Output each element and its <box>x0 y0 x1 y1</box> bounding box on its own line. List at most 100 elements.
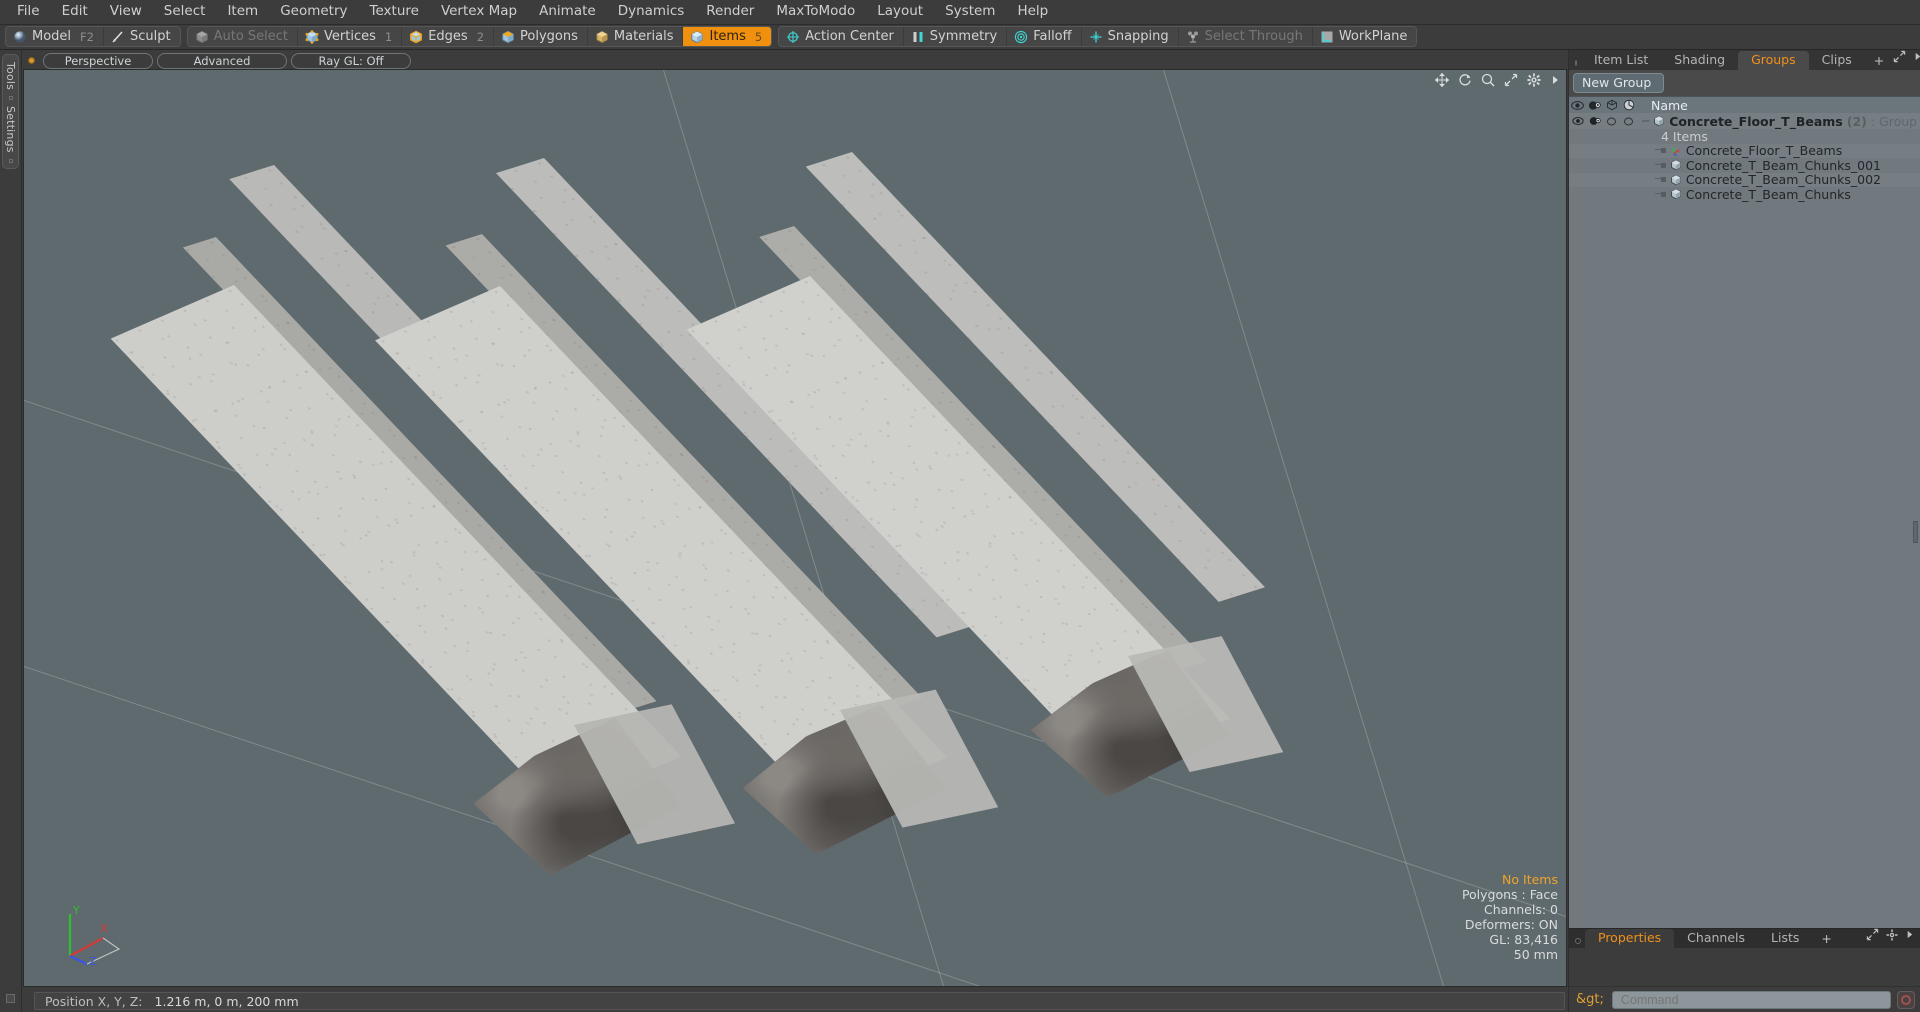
menu-item-help[interactable]: Help <box>1006 2 1059 22</box>
row-spacer-3 <box>1603 187 1620 202</box>
menu-item-geometry[interactable]: Geometry <box>269 2 358 22</box>
chevron-right-icon[interactable] <box>1550 73 1560 87</box>
tree-expand-toggle[interactable]: ─ <box>1642 114 1649 128</box>
selection-auto-select-label: Auto Select <box>213 29 289 44</box>
row-lock-toggle[interactable] <box>1620 113 1637 129</box>
bottom-panel-menu-dot[interactable] <box>1575 938 1581 944</box>
selection-auto-select-button[interactable]: Auto Select <box>188 27 299 46</box>
pan-icon[interactable] <box>1435 73 1449 87</box>
left-tab-settings[interactable]: Settings <box>3 102 18 157</box>
maximize-icon[interactable] <box>1893 50 1906 67</box>
lock-icon[interactable] <box>1620 99 1637 111</box>
selection-materials-button[interactable]: Materials <box>588 27 684 46</box>
tree-branch-line: ─▪ <box>1655 159 1667 171</box>
falloff-button[interactable]: Falloff <box>1007 27 1082 46</box>
left-rail-resize-handle[interactable] <box>6 993 15 1003</box>
menu-item-edit[interactable]: Edit <box>51 2 99 22</box>
gear-icon[interactable] <box>1886 929 1898 945</box>
viewport-menu-dot[interactable] <box>28 57 35 64</box>
tab-add-bottom[interactable]: + <box>1812 930 1840 948</box>
selection-vertices-button[interactable]: Vertices 1 <box>298 27 403 46</box>
chevron-right-icon[interactable] <box>1913 50 1920 67</box>
visibility-eye-icon[interactable] <box>1569 100 1586 111</box>
tab-shading[interactable]: Shading <box>1661 51 1738 70</box>
tab-properties[interactable]: Properties <box>1585 929 1675 948</box>
zoom-icon[interactable] <box>1481 73 1495 87</box>
chevron-right-icon[interactable] <box>1905 928 1914 945</box>
menu-item-file[interactable]: File <box>6 2 51 22</box>
status-bar-handle[interactable] <box>22 990 34 1012</box>
workplane-button[interactable]: WorkPlane <box>1313 27 1417 46</box>
tree-row-child[interactable]: ─▪ Concrete_Floor_T_Beams <box>1569 143 1920 159</box>
selection-items-button[interactable]: Items 5 <box>683 27 772 46</box>
tree-row-child[interactable]: ─▪ Concrete_T_Beam_Chunks_001 <box>1569 158 1920 173</box>
select-through-icon <box>1186 30 1200 44</box>
tree-branch-line: ─▪ <box>1655 145 1667 157</box>
new-group-button[interactable]: New Group <box>1573 73 1665 93</box>
record-icon[interactable] <box>1897 990 1915 1009</box>
projection-selector[interactable]: Perspective <box>43 52 153 69</box>
row-visibility-eye-icon[interactable] <box>1569 113 1586 129</box>
menu-item-vertex-map[interactable]: Vertex Map <box>430 2 528 22</box>
rotate-icon[interactable] <box>1458 73 1472 87</box>
snapping-label: Snapping <box>1107 29 1169 44</box>
command-input[interactable] <box>1611 990 1891 1009</box>
tree-branch-line: ─▪ <box>1655 188 1667 200</box>
row-spacer-2 <box>1586 187 1603 202</box>
right-panel-tab-controls <box>1893 50 1920 70</box>
left-tab-tools[interactable]: Tools <box>3 58 18 94</box>
tab-clips[interactable]: Clips <box>1809 51 1865 70</box>
mode-button-sculpt[interactable]: Sculpt <box>104 27 180 46</box>
viewport-nav-icons <box>1435 73 1560 87</box>
mode-button-model[interactable]: Model F2 <box>6 27 104 46</box>
tree-row-child[interactable]: ─▪ Concrete_T_Beam_Chunks_002 <box>1569 172 1920 187</box>
tree-child-label: Concrete_Floor_T_Beams <box>1685 143 1843 159</box>
3d-viewport[interactable]: Y X Z No Items Polygons : Face Channels:… <box>23 69 1567 987</box>
selection-polygons-button[interactable]: Polygons <box>494 27 588 46</box>
tab-item-list[interactable]: Item List <box>1581 51 1661 70</box>
action-center-button[interactable]: Action Center <box>779 27 904 46</box>
row-render-toggle[interactable] <box>1603 113 1620 129</box>
tab-lists[interactable]: Lists <box>1758 929 1812 948</box>
shading-icon[interactable] <box>1586 100 1603 111</box>
cube-items-icon <box>690 30 704 44</box>
snapping-button[interactable]: Snapping <box>1082 27 1179 46</box>
shading-style-selector[interactable]: Advanced <box>157 52 287 69</box>
tree-row-child[interactable]: ─▪ Concrete_T_Beam_Chunks <box>1569 187 1920 202</box>
selection-edges-button[interactable]: Edges 2 <box>402 27 495 46</box>
tree-group-type: : Group <box>1870 113 1918 129</box>
selection-vertices-label: Vertices <box>324 29 376 44</box>
tree-row-group[interactable]: ─ Concrete_Floor_T_Beams (2) : Group <box>1569 113 1920 129</box>
menu-item-texture[interactable]: Texture <box>359 2 430 22</box>
right-panel-menu-dot[interactable] <box>1575 60 1577 66</box>
menu-item-view[interactable]: View <box>99 2 153 22</box>
falloff-label: Falloff <box>1033 29 1072 44</box>
tree-group-count: (2) <box>1846 113 1867 129</box>
menu-item-item[interactable]: Item <box>216 2 269 22</box>
tree-item-count-cell: 4 Items <box>1637 129 1708 144</box>
gear-icon[interactable] <box>1527 73 1541 87</box>
tab-channels[interactable]: Channels <box>1674 929 1758 948</box>
group-tree-body[interactable]: ─ Concrete_Floor_T_Beams (2) : Group 4 I… <box>1569 113 1920 928</box>
tab-add[interactable]: + <box>1865 52 1893 70</box>
fit-icon[interactable] <box>1504 73 1518 87</box>
menu-item-render[interactable]: Render <box>695 2 765 22</box>
row-shading-icon[interactable] <box>1586 113 1603 129</box>
maximize-icon[interactable] <box>1866 928 1879 945</box>
menu-item-maxtomodo[interactable]: MaxToModo <box>765 2 866 22</box>
stat-channels: Channels: 0 <box>1484 902 1558 917</box>
raygl-toggle[interactable]: Ray GL: Off <box>291 52 411 69</box>
tab-groups[interactable]: Groups <box>1738 51 1809 70</box>
menu-item-select[interactable]: Select <box>153 2 217 22</box>
tree-row-item-count: 4 Items <box>1569 129 1920 144</box>
left-tab-divider-dot-2 <box>8 158 13 163</box>
select-through-button[interactable]: Select Through <box>1179 27 1313 46</box>
menu-item-layout[interactable]: Layout <box>866 2 934 22</box>
menu-item-system[interactable]: System <box>934 2 1006 22</box>
panel-resize-handle[interactable] <box>1913 520 1918 543</box>
menu-item-animate[interactable]: Animate <box>528 2 607 22</box>
symmetry-button[interactable]: Symmetry <box>904 27 1008 46</box>
render-icon[interactable] <box>1603 99 1620 111</box>
row-spacer-4 <box>1620 187 1637 202</box>
menu-item-dynamics[interactable]: Dynamics <box>607 2 696 22</box>
